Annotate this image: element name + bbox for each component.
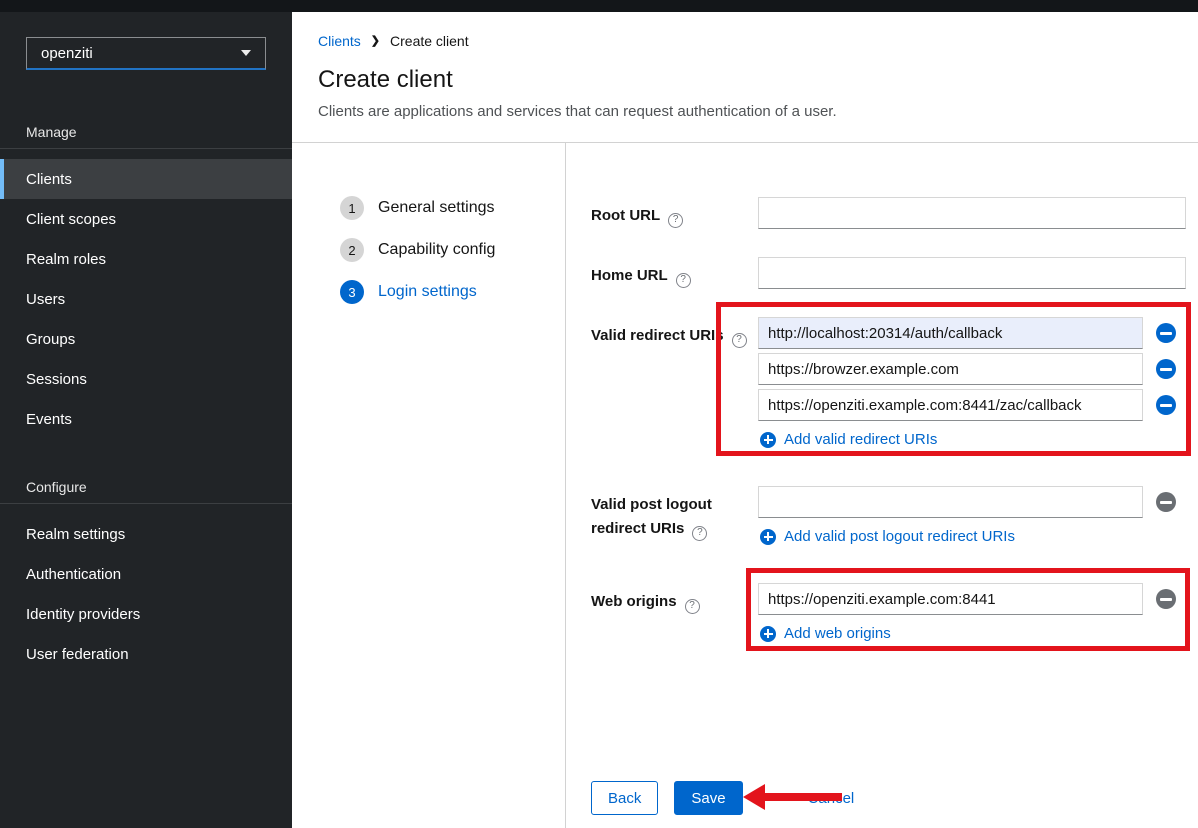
keycloak-admin-console: openziti Manage Clients Client scopes Re… (0, 0, 1198, 828)
sidebar-item-sessions[interactable]: Sessions (0, 359, 292, 399)
valid-redirect-uris-row: Valid redirect URIs? (591, 317, 1186, 450)
sidebar-nav: Manage Clients Client scopes Realm roles… (0, 110, 292, 674)
step-label: Capability config (378, 241, 495, 259)
nav-group-manage: Manage Clients Client scopes Realm roles… (0, 110, 292, 439)
nav-group-configure: Configure Realm settings Authentication … (0, 465, 292, 674)
page-description: Clients are applications and services th… (318, 103, 1172, 120)
step-number: 3 (340, 280, 364, 304)
post-logout-redirect-uris-label: Valid post logout redirect URIs? (591, 486, 758, 547)
breadcrumb: Clients ❯ Create client (318, 33, 1172, 49)
sidebar-item-events[interactable]: Events (0, 399, 292, 439)
step-label: Login settings (378, 283, 477, 301)
redirect-uri-row (758, 353, 1186, 385)
web-origins-row: Web origins? Add web origins (591, 583, 1186, 644)
help-icon[interactable]: ? (692, 526, 707, 541)
realm-selector-value: openziti (41, 45, 93, 62)
plus-icon (760, 626, 776, 642)
breadcrumb-link-clients[interactable]: Clients (318, 33, 361, 49)
wizard-step-general-settings[interactable]: 1 General settings (340, 196, 565, 220)
remove-redirect-uri-icon[interactable] (1156, 323, 1176, 343)
masthead-bar (0, 0, 1198, 12)
main-content: Clients ❯ Create client Create client Cl… (292, 12, 1198, 828)
help-icon[interactable]: ? (732, 333, 747, 348)
add-web-origins-button[interactable]: Add web origins (760, 623, 1186, 644)
step-number: 1 (340, 196, 364, 220)
sidebar-item-clients[interactable]: Clients (0, 159, 292, 199)
post-logout-redirect-uris-row: Valid post logout redirect URIs? Add val… (591, 486, 1186, 547)
nav-group-title-manage: Manage (0, 110, 292, 149)
login-settings-form: Root URL? Home URL? Valid redirect URIs? (565, 143, 1198, 828)
sidebar-item-realm-roles[interactable]: Realm roles (0, 239, 292, 279)
step-number: 2 (340, 238, 364, 262)
post-logout-uri-input[interactable] (758, 486, 1143, 518)
redirect-uri-input-2[interactable] (758, 353, 1143, 385)
web-origin-input[interactable] (758, 583, 1143, 615)
form-footer: Back Save Cancel (591, 781, 1186, 815)
cancel-link[interactable]: Cancel (808, 790, 855, 807)
sidebar-item-realm-settings[interactable]: Realm settings (0, 514, 292, 554)
plus-icon (760, 529, 776, 545)
help-icon[interactable]: ? (668, 213, 683, 228)
back-button[interactable]: Back (591, 781, 658, 815)
redirect-uri-input-3[interactable] (758, 389, 1143, 421)
save-button[interactable]: Save (674, 781, 742, 815)
step-label: General settings (378, 199, 495, 217)
sidebar: openziti Manage Clients Client scopes Re… (0, 12, 292, 828)
chevron-down-icon (241, 50, 251, 56)
valid-redirect-uris-label: Valid redirect URIs? (591, 317, 758, 450)
wizard-step-login-settings[interactable]: 3 Login settings (340, 280, 565, 304)
root-url-label: Root URL? (591, 197, 758, 229)
redirect-uri-row (758, 317, 1186, 349)
root-url-row: Root URL? (591, 197, 1186, 229)
post-logout-uri-row (758, 486, 1186, 518)
breadcrumb-separator-icon: ❯ (371, 34, 380, 47)
home-url-row: Home URL? (591, 257, 1186, 289)
sidebar-item-user-federation[interactable]: User federation (0, 634, 292, 674)
page-header: Clients ❯ Create client Create client Cl… (292, 12, 1198, 143)
redirect-uri-input-1[interactable] (758, 317, 1143, 349)
realm-selector[interactable]: openziti (26, 37, 266, 70)
home-url-label: Home URL? (591, 257, 758, 289)
wizard-nav: 1 General settings 2 Capability config 3… (292, 143, 565, 828)
nav-group-title-configure: Configure (0, 465, 292, 504)
sidebar-item-identity-providers[interactable]: Identity providers (0, 594, 292, 634)
add-valid-redirect-uris-button[interactable]: Add valid redirect URIs (760, 429, 1186, 450)
page-title: Create client (318, 66, 1172, 94)
remove-post-logout-uri-icon[interactable] (1156, 492, 1176, 512)
wizard-step-capability-config[interactable]: 2 Capability config (340, 238, 565, 262)
home-url-input[interactable] (758, 257, 1186, 289)
redirect-uri-row (758, 389, 1186, 421)
remove-redirect-uri-icon[interactable] (1156, 395, 1176, 415)
remove-redirect-uri-icon[interactable] (1156, 359, 1176, 379)
plus-icon (760, 432, 776, 448)
breadcrumb-current: Create client (390, 33, 469, 49)
sidebar-item-authentication[interactable]: Authentication (0, 554, 292, 594)
help-icon[interactable]: ? (676, 273, 691, 288)
root-url-input[interactable] (758, 197, 1186, 229)
add-post-logout-uris-button[interactable]: Add valid post logout redirect URIs (760, 526, 1186, 547)
help-icon[interactable]: ? (685, 599, 700, 614)
web-origin-row (758, 583, 1186, 615)
remove-web-origin-icon[interactable] (1156, 589, 1176, 609)
sidebar-item-groups[interactable]: Groups (0, 319, 292, 359)
sidebar-item-users[interactable]: Users (0, 279, 292, 319)
web-origins-label: Web origins? (591, 583, 758, 644)
sidebar-item-client-scopes[interactable]: Client scopes (0, 199, 292, 239)
